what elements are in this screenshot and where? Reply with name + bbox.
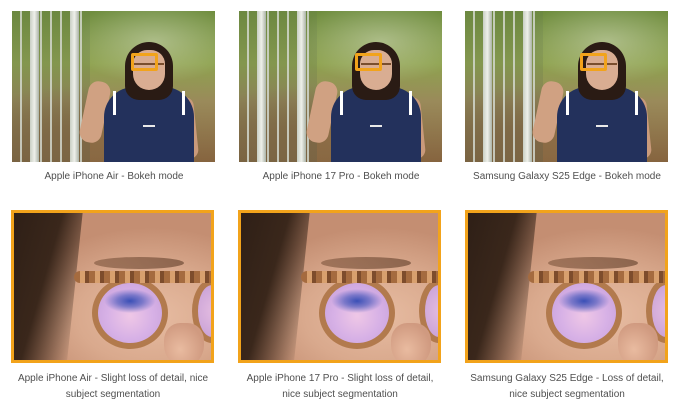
crop-marker bbox=[580, 53, 607, 71]
caption-galaxy-s25-edge-crop: Samsung Galaxy S25 Edge - Loss of detail… bbox=[452, 371, 680, 403]
caption-line-2: nice subject segmentation bbox=[509, 389, 625, 400]
crop-marker bbox=[355, 53, 382, 71]
photo-iphone-17-pro-bokeh bbox=[239, 11, 442, 162]
crop-marker bbox=[131, 53, 158, 71]
caption-iphone-air-bokeh: Apple iPhone Air - Bokeh mode bbox=[44, 171, 184, 182]
caption-iphone-17-pro-crop: Apple iPhone 17 Pro - Slight loss of det… bbox=[225, 371, 455, 403]
caption-line-1: Apple iPhone Air - Slight loss of detail… bbox=[17, 373, 209, 384]
crop-iphone-17-pro bbox=[238, 210, 441, 363]
photo-iphone-air-bokeh bbox=[12, 11, 215, 162]
caption-iphone-17-pro-bokeh: Apple iPhone 17 Pro - Bokeh mode bbox=[262, 171, 420, 182]
caption-line-1: Samsung Galaxy S25 Edge - Loss of detail… bbox=[470, 373, 664, 384]
crop-galaxy-s25-edge bbox=[465, 210, 668, 363]
caption-line-2: nice subject segmentation bbox=[282, 389, 398, 400]
crop-iphone-air bbox=[11, 210, 214, 363]
caption-line-1: Apple iPhone 17 Pro - Slight loss of det… bbox=[246, 373, 434, 384]
caption-galaxy-s25-edge-bokeh: Samsung Galaxy S25 Edge - Bokeh mode bbox=[473, 171, 661, 182]
caption-line-2: subject segmentation bbox=[65, 389, 161, 400]
caption-iphone-air-crop: Apple iPhone Air - Slight loss of detail… bbox=[0, 371, 228, 403]
photo-galaxy-s25-edge-bokeh bbox=[465, 11, 668, 162]
